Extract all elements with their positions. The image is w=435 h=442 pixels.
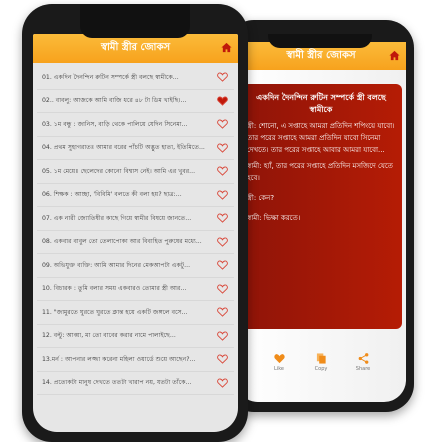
phone-notch [80, 4, 190, 38]
heart-outline-icon[interactable] [217, 284, 228, 294]
joke-list-item[interactable]: 08. একবার বাবুল তো তেলাপোকা আর বিবাহিত প… [37, 231, 234, 254]
joke-list-item[interactable]: 02.. বাবলু: আজকে আমি বাজি ধরে ৪৮ টা ডিম … [37, 90, 234, 113]
joke-list-item[interactable]: 12. বল্টু: আব্বা, মা তো বাবের করার নামে … [37, 325, 234, 348]
joke-list-item[interactable]: 01. একদিন দৈনন্দিন রুটিন সম্পর্কে স্ত্রী… [37, 66, 234, 90]
detail-phone: স্বামী স্ত্রীর জোকস একদিন দৈনন্দিন রুটিন… [226, 20, 414, 412]
share-icon [358, 353, 368, 364]
joke-paragraph: স্বামী: ভিক্ষা করতে। [247, 214, 301, 222]
heart-outline-icon[interactable] [217, 166, 228, 176]
heart-icon [273, 354, 285, 364]
heart-outline-icon[interactable] [217, 378, 228, 388]
joke-title: 10. বিচারক : তুমি বলার সময় একবারও তোমার… [42, 285, 187, 293]
joke-list-item[interactable]: 13.মর্ন : আপনার লজ্জা করেনা মহিলা ওয়ার্… [37, 348, 234, 372]
joke-title: 08. একবার বাবুল তো তেলাপোকা আর বিবাহিত প… [42, 238, 202, 246]
like-button[interactable]: Like [269, 353, 289, 372]
list-phone: স্বামী স্ত্রীর জোকস 01. একদিন দৈনন্দিন র… [22, 4, 248, 442]
heart-outline-icon[interactable] [217, 119, 228, 129]
heart-outline-icon[interactable] [217, 354, 228, 364]
joke-list-item[interactable]: 03. ১ম বন্ধু : জানিস, বাড়ি থেকে পালিয়ে… [37, 113, 234, 137]
heart-outline-icon[interactable] [217, 190, 228, 200]
joke-heading: একদিন দৈনন্দিন রুটিন সম্পর্কে স্ত্রী বলছ… [256, 93, 386, 114]
home-icon[interactable] [221, 42, 232, 53]
list-screen: স্বামী স্ত্রীর জোকস 01. একদিন দৈনন্দিন র… [33, 34, 238, 432]
joke-paragraph: স্ত্রী: কেন? [247, 194, 275, 202]
joke-list: 01. একদিন দৈনন্দিন রুটিন সম্পর্কে স্ত্রী… [33, 63, 238, 395]
joke-list-item[interactable]: 07. এক নারী জ্যোতিষীর কাছে গিয়ে স্বামীর… [37, 207, 234, 231]
joke-list-item[interactable]: 14. প্রত্যেকটা মানুষ দেখতে ততটা খারাপ নয… [37, 372, 234, 395]
heart-outline-icon[interactable] [217, 143, 228, 153]
joke-list-item[interactable]: 11. "জামুরতে ঘুরতে ঘুরতে ক্লান্ত হয়ে এক… [37, 301, 234, 325]
joke-list-item[interactable]: 04. প্রথম সুহাগরাতঃ আমার বরের পাঁচটি অদ্… [37, 137, 234, 160]
joke-paragraph: স্বামী: হ্যাঁ, তার পরের সপ্তাহে প্রতিদিন… [247, 162, 393, 182]
app-header: স্বামী স্ত্রীর জোকস [33, 34, 238, 63]
joke-title: 13.মর্ন : আপনার লজ্জা করেনা মহিলা ওয়ার্… [42, 355, 196, 363]
phone-notch [268, 34, 372, 48]
home-icon[interactable] [389, 50, 400, 61]
joke-list-item[interactable]: 10. বিচারক : তুমি বলার সময় একবারও তোমার… [37, 278, 234, 301]
joke-list-item[interactable]: 05. ১ম মেয়েঃ ছেলেদের কোনো বিশ্বাস নেই। … [37, 160, 234, 184]
copy-icon [316, 353, 326, 364]
heart-outline-icon[interactable] [217, 260, 228, 270]
heart-outline-icon[interactable] [217, 237, 228, 247]
joke-list-item[interactable]: 09. অভিযুক্ত ব্যক্তি: আমি আমার দিনের মেক… [37, 254, 234, 278]
action-bar: Like Copy Share [236, 353, 406, 372]
joke-title: 05. ১ম মেয়েঃ ছেলেদের কোনো বিশ্বাস নেই। … [42, 167, 196, 175]
detail-screen: স্বামী স্ত্রীর জোকস একদিন দৈনন্দিন রুটিন… [236, 42, 406, 402]
app-title: স্বামী স্ত্রীর জোকস [286, 49, 356, 61]
heart-filled-icon[interactable] [217, 96, 228, 106]
joke-title: 09. অভিযুক্ত ব্যক্তি: আমি আমার দিনের মেক… [42, 261, 191, 269]
joke-title: 14. প্রত্যেকটা মানুষ দেখতে ততটা খারাপ নয… [42, 379, 192, 387]
heart-outline-icon[interactable] [217, 213, 228, 223]
joke-title: 01. একদিন দৈনন্দিন রুটিন সম্পর্কে স্ত্রী… [42, 73, 179, 81]
app-title: স্বামী স্ত্রীর জোকস [100, 42, 171, 53]
joke-title: 02.. বাবলু: আজকে আমি বাজি ধরে ৪৮ টা ডিম … [42, 97, 187, 105]
joke-title: 04. প্রথম সুহাগরাতঃ আমার বরের পাঁচটি অদ্… [42, 144, 205, 152]
share-button[interactable]: Share [353, 353, 373, 372]
joke-title: 07. এক নারী জ্যোতিষীর কাছে গিয়ে স্বামীর… [42, 214, 192, 222]
joke-card: একদিন দৈনন্দিন রুটিন সম্পর্কে স্ত্রী বলছ… [240, 84, 402, 329]
joke-paragraph: স্ত্রী: শোনো, এ সপ্তাহে আমরা প্রতিদিন শপ… [247, 122, 395, 154]
heart-outline-icon[interactable] [217, 331, 228, 341]
joke-title: 12. বল্টু: আব্বা, মা তো বাবের করার নামে … [42, 332, 176, 340]
heart-outline-icon[interactable] [217, 72, 228, 82]
joke-title: 11. "জামুরতে ঘুরতে ঘুরতে ক্লান্ত হয়ে এক… [42, 308, 188, 316]
joke-list-item[interactable]: 06. শিক্ষক : আচ্ছা, 'বিবিমি' বলতে কী বলা… [37, 184, 234, 207]
joke-title: 03. ১ম বন্ধু : জানিস, বাড়ি থেকে পালিয়ে… [42, 120, 188, 128]
heart-outline-icon[interactable] [217, 307, 228, 317]
joke-title: 06. শিক্ষক : আচ্ছা, 'বিবিমি' বলতে কী বলা… [42, 191, 182, 199]
copy-button[interactable]: Copy [311, 353, 331, 372]
